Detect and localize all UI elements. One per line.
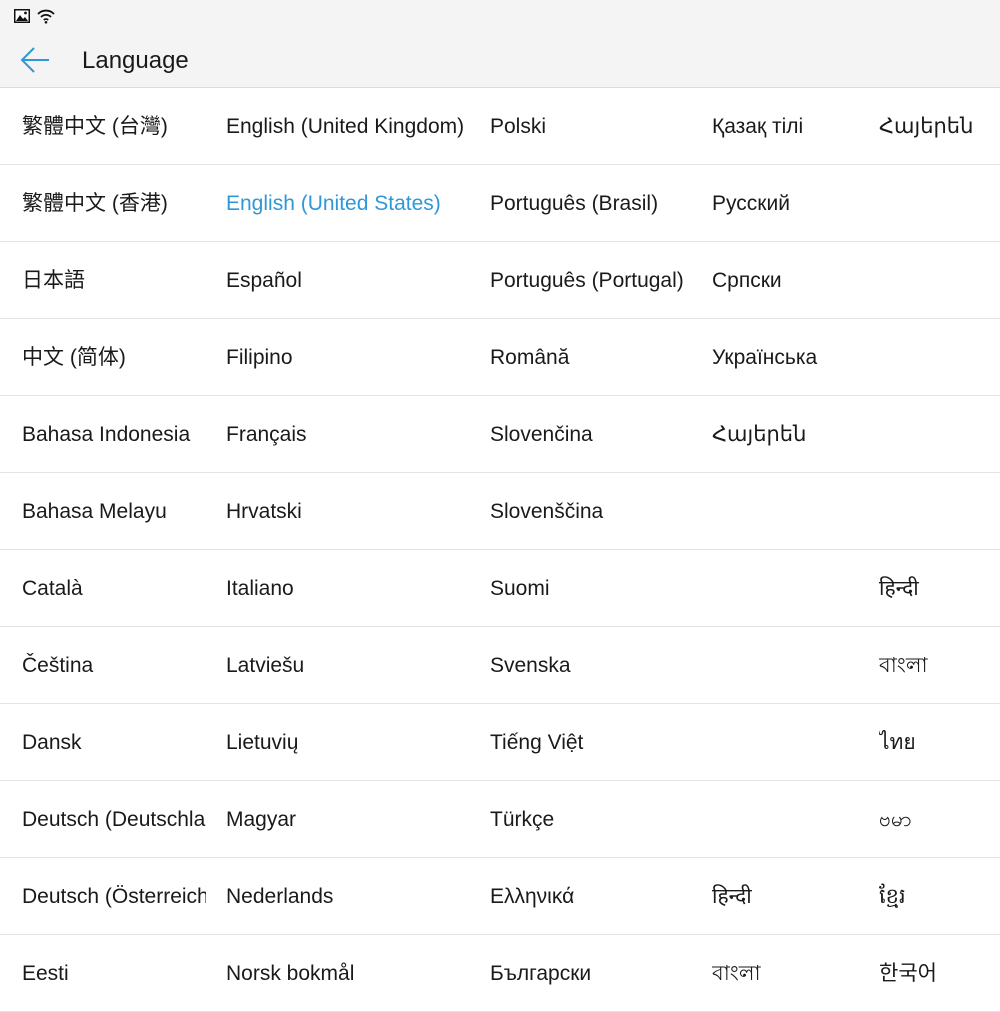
language-list: 繁體中文 (台灣) English (United Kingdom) Polski Қ… bbox=[0, 88, 1000, 1012]
language-option[interactable]: 日本語 bbox=[22, 242, 206, 318]
language-option[interactable]: Svenska bbox=[490, 627, 700, 703]
language-option[interactable]: Čeština bbox=[22, 627, 206, 703]
language-option-selected[interactable]: English (United States) bbox=[226, 165, 468, 241]
arrow-left-icon bbox=[20, 47, 49, 73]
language-row: 日本語 Español Português (Portugal) Српски bbox=[0, 242, 1000, 319]
language-option[interactable]: English (United Kingdom) bbox=[226, 88, 468, 164]
image-icon bbox=[14, 9, 30, 23]
language-option[interactable]: हिन्दी bbox=[879, 550, 997, 626]
language-option[interactable]: Italiano bbox=[226, 550, 468, 626]
language-option[interactable]: ไทย bbox=[879, 704, 997, 780]
app-bar: Language bbox=[0, 32, 1000, 88]
language-option[interactable]: Nederlands bbox=[226, 858, 468, 934]
language-option[interactable]: Српски bbox=[712, 242, 872, 318]
language-option[interactable]: Magyar bbox=[226, 781, 468, 857]
language-option[interactable]: Tiếng Việt bbox=[490, 704, 700, 780]
language-option[interactable]: Latviešu bbox=[226, 627, 468, 703]
language-option[interactable]: हिन्दी bbox=[712, 858, 872, 934]
language-row: Deutsch (Deutschland) Magyar Türkçe ဗမာ bbox=[0, 781, 1000, 858]
language-option[interactable]: Lietuvių bbox=[226, 704, 468, 780]
language-option[interactable]: Dansk bbox=[22, 704, 206, 780]
language-option[interactable]: 中文 (简体) bbox=[22, 319, 206, 395]
language-option[interactable]: বাংলা bbox=[879, 627, 997, 703]
language-option[interactable]: Қазақ тілі bbox=[712, 88, 872, 164]
language-option[interactable]: Deutsch (Deutschland) bbox=[22, 781, 206, 857]
language-row: Dansk Lietuvių Tiếng Việt ไทย bbox=[0, 704, 1000, 781]
language-option[interactable]: Português (Brasil) bbox=[490, 165, 700, 241]
language-option[interactable]: 繁體中文 (香港) bbox=[22, 165, 206, 241]
page-title: Language bbox=[82, 47, 189, 74]
language-option[interactable]: Français bbox=[226, 396, 468, 472]
language-option[interactable]: Հայերեն bbox=[712, 396, 872, 472]
language-row: Čeština Latviešu Svenska বাংলা bbox=[0, 627, 1000, 704]
language-option[interactable]: Русский bbox=[712, 165, 872, 241]
language-option[interactable]: Español bbox=[226, 242, 468, 318]
status-bar bbox=[0, 0, 1000, 32]
language-row: 繁體中文 (香港) English (United States) Portuguê… bbox=[0, 165, 1000, 242]
language-option[interactable]: Hrvatski bbox=[226, 473, 468, 549]
language-row: Català Italiano Suomi हिन्दी bbox=[0, 550, 1000, 627]
language-option[interactable]: ဗမာ bbox=[879, 781, 997, 857]
wifi-icon bbox=[37, 9, 55, 24]
language-option[interactable]: Português (Portugal) bbox=[490, 242, 700, 318]
language-option[interactable]: ខ្មែរ bbox=[879, 858, 997, 934]
language-option[interactable]: Polski bbox=[490, 88, 700, 164]
language-row: 中文 (简体) Filipino Română Українська bbox=[0, 319, 1000, 396]
language-option[interactable]: Filipino bbox=[226, 319, 468, 395]
language-option[interactable]: Română bbox=[490, 319, 700, 395]
language-row: Bahasa Indonesia Français Slovenčina Հայերե… bbox=[0, 396, 1000, 473]
language-row: Bahasa Melayu Hrvatski Slovenščina bbox=[0, 473, 1000, 550]
language-option[interactable]: Українська bbox=[712, 319, 872, 395]
language-option[interactable]: Slovenčina bbox=[490, 396, 700, 472]
language-option[interactable]: Türkçe bbox=[490, 781, 700, 857]
language-option[interactable]: Deutsch (Österreich) bbox=[22, 858, 206, 934]
language-option[interactable]: Suomi bbox=[490, 550, 700, 626]
language-option[interactable]: Bahasa Melayu bbox=[22, 473, 206, 549]
language-option[interactable]: Ελληνικά bbox=[490, 858, 700, 934]
language-row: Eesti Norsk bokmål Български বাংলা 한국어 bbox=[0, 935, 1000, 1012]
language-option[interactable]: 繁體中文 (台灣) bbox=[22, 88, 206, 164]
back-button[interactable] bbox=[14, 40, 54, 80]
language-option[interactable]: Bahasa Indonesia bbox=[22, 396, 206, 472]
language-row: 繁體中文 (台灣) English (United Kingdom) Polski Қ… bbox=[0, 88, 1000, 165]
language-option[interactable]: Հայերեն bbox=[879, 88, 997, 164]
language-option[interactable]: Slovenščina bbox=[490, 473, 700, 549]
language-option[interactable]: Català bbox=[22, 550, 206, 626]
language-row: Deutsch (Österreich) Nederlands Ελληνικά हि… bbox=[0, 858, 1000, 935]
